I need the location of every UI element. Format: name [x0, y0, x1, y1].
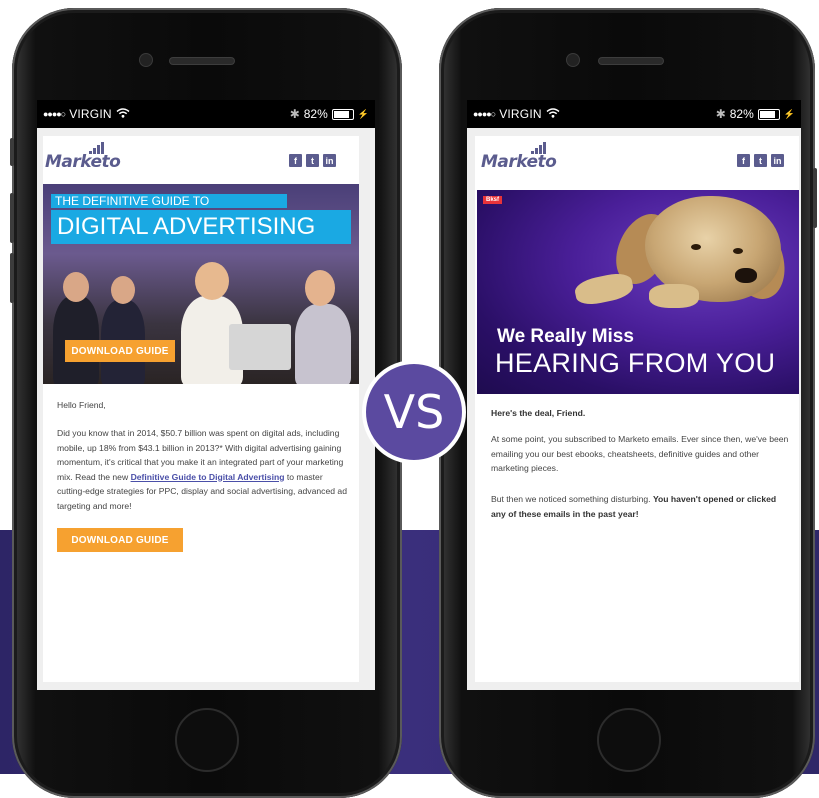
wifi-icon — [546, 107, 560, 121]
facebook-icon[interactable]: f — [737, 154, 750, 167]
battery-icon — [757, 108, 780, 120]
hero-subtitle: THE DEFINITIVE GUIDE TO — [51, 194, 287, 208]
email-left: Marketo f t in THE DEFINITIVE GUIDE TO D… — [43, 136, 359, 682]
front-camera — [567, 54, 579, 66]
wifi-icon — [116, 107, 130, 121]
email-right: Marketo f t in Bksf We Really Miss HEARI… — [475, 136, 799, 682]
hero-title-light: HEARING FROM YOU — [495, 348, 776, 378]
hero-banner-right: Bksf We Really Miss HEARING FROM YOU — [477, 190, 799, 394]
paragraph-1: At some point, you subscribed to Marketo… — [491, 434, 789, 473]
laptop — [229, 324, 291, 370]
battery-icon — [331, 108, 354, 120]
linkedin-icon[interactable]: in — [323, 154, 336, 167]
earpiece-speaker — [170, 58, 234, 64]
hero-title-bold: We Really Miss — [497, 326, 634, 347]
power-button — [813, 168, 817, 228]
greeting: Hello Friend, — [57, 400, 106, 410]
earpiece-speaker — [599, 58, 663, 64]
hero-download-button[interactable]: DOWNLOAD GUIDE — [65, 340, 175, 362]
battery-percent: 82% — [729, 107, 754, 121]
signal-icon: ●●●●○ — [43, 109, 66, 119]
vs-badge: VS — [362, 360, 466, 464]
home-button[interactable] — [175, 708, 239, 772]
person-2-head — [111, 276, 135, 304]
twitter-icon[interactable]: t — [306, 154, 319, 167]
intro-line: Here's the deal, Friend. — [491, 408, 586, 418]
dog-eye-right — [733, 248, 743, 254]
carrier-name: VIRGIN — [499, 107, 542, 121]
carrier-name: VIRGIN — [69, 107, 112, 121]
screen-right: Marketo f t in Bksf We Really Miss HEARI… — [467, 128, 801, 690]
download-guide-button[interactable]: DOWNLOAD GUIDE — [57, 528, 183, 552]
social-links: f t in — [737, 154, 784, 167]
volume-down-button — [10, 253, 14, 303]
front-camera — [140, 54, 152, 66]
status-bar-left: ●●●●○ VIRGIN ✱ 82% ⚡ — [37, 100, 375, 128]
bluetooth-icon: ✱ — [715, 107, 726, 121]
charging-icon: ⚡ — [783, 108, 795, 119]
volume-up-button — [10, 193, 14, 243]
dog-paw-left — [572, 270, 636, 308]
paragraph-2-text: But then we noticed something disturbing… — [491, 494, 653, 504]
dog-paw-right — [649, 284, 699, 308]
hero-tag: Bksf — [483, 196, 503, 204]
social-links: f t in — [289, 154, 336, 167]
paragraph-2: But then we noticed something disturbing… — [491, 492, 791, 521]
bluetooth-icon: ✱ — [289, 107, 300, 121]
body-paragraph: Did you know that in 2014, $50.7 billion… — [57, 426, 351, 513]
battery-percent: 82% — [303, 107, 328, 121]
charging-icon: ⚡ — [357, 108, 369, 119]
mute-switch — [10, 138, 14, 166]
signal-icon: ●●●●○ — [473, 109, 496, 119]
hero-title: DIGITAL ADVERTISING — [51, 210, 351, 244]
guide-link[interactable]: Definitive Guide to Digital Advertising — [131, 472, 285, 482]
linkedin-icon[interactable]: in — [771, 154, 784, 167]
dog-nose — [735, 268, 757, 283]
facebook-icon[interactable]: f — [289, 154, 302, 167]
twitter-icon[interactable]: t — [754, 154, 767, 167]
dog-eye-left — [691, 244, 701, 250]
person-4 — [295, 304, 351, 384]
person-1-head — [63, 272, 89, 302]
hero-banner-left: THE DEFINITIVE GUIDE TO DIGITAL ADVERTIS… — [43, 184, 359, 384]
status-bar-right: ●●●●○ VIRGIN ✱ 82% ⚡ — [467, 100, 801, 128]
marketo-logo: Marketo — [481, 152, 557, 172]
screen-left: Marketo f t in THE DEFINITIVE GUIDE TO D… — [37, 128, 375, 690]
person-3-head — [195, 262, 229, 300]
home-button[interactable] — [597, 708, 661, 772]
marketo-logo: Marketo — [45, 152, 121, 172]
person-4-head — [305, 270, 335, 306]
